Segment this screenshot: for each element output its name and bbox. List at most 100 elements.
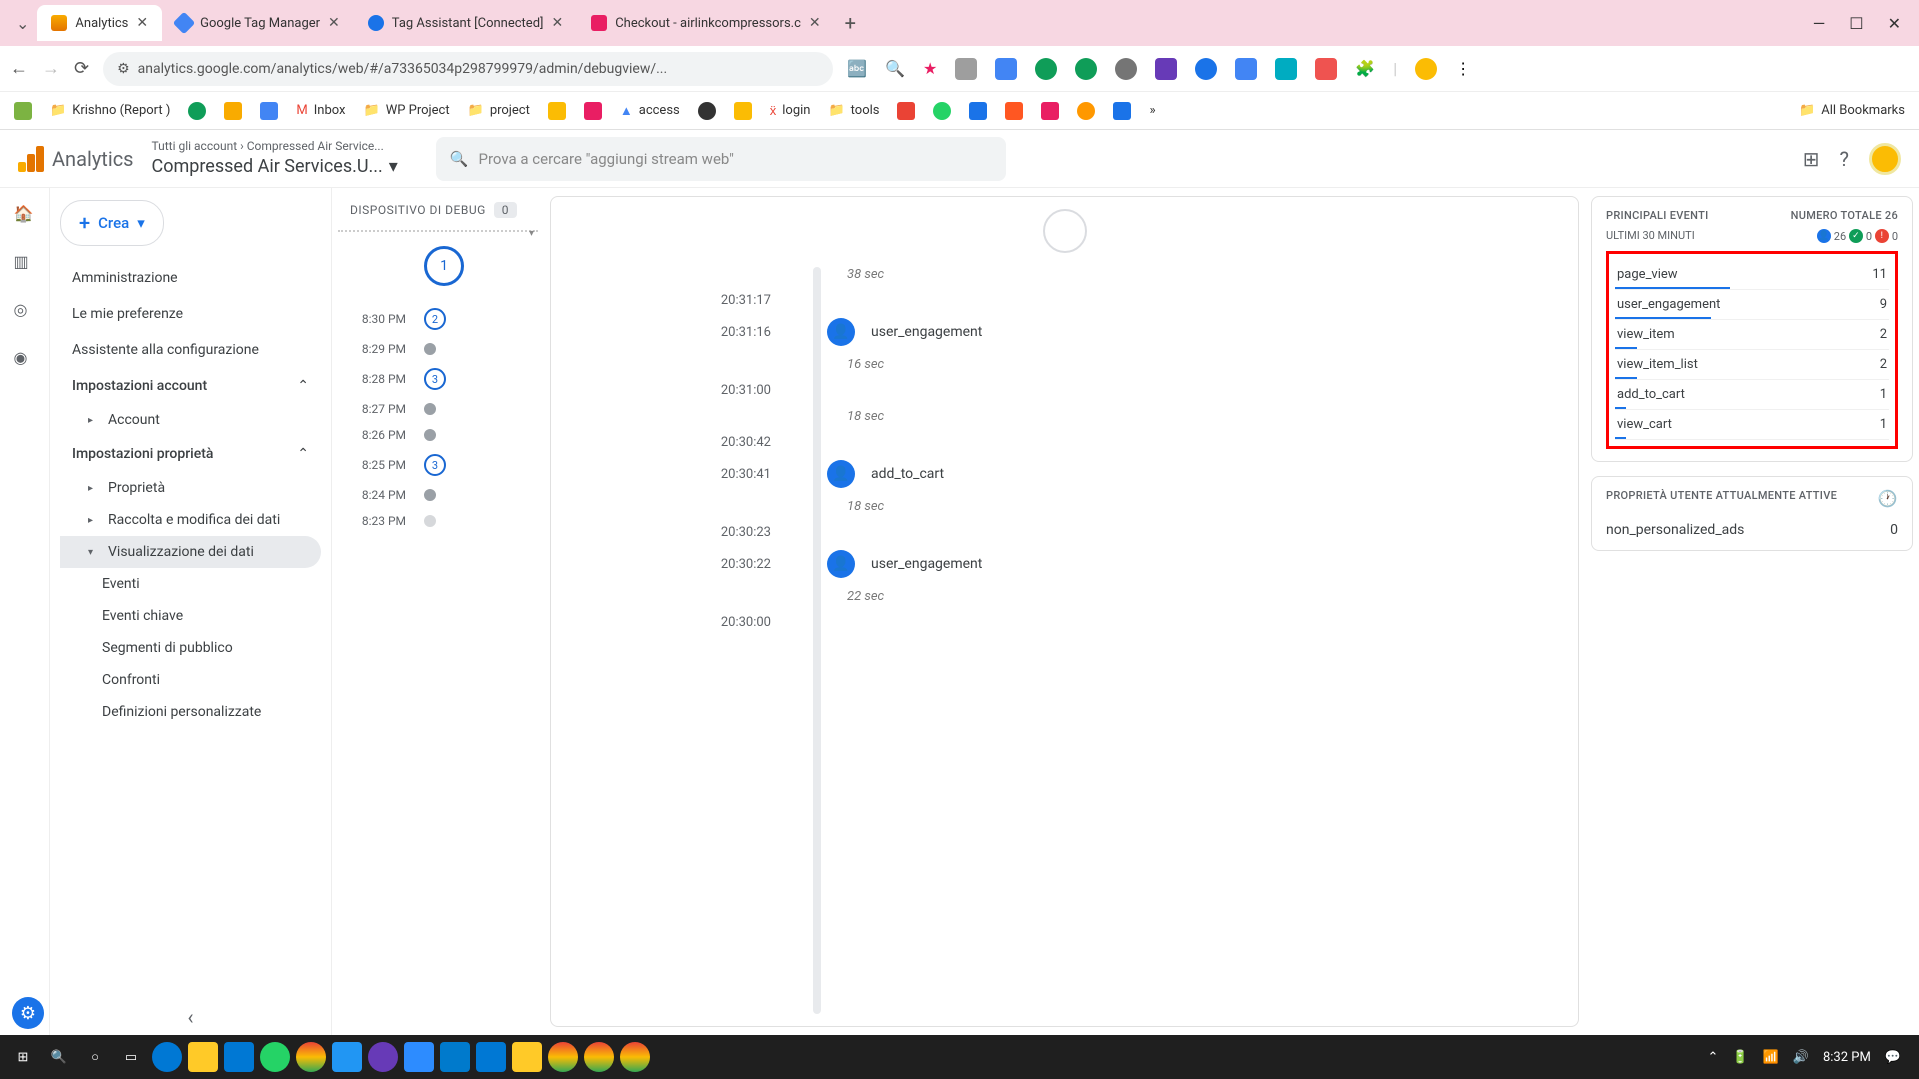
bookmark-folder[interactable]: 📁 Krishno (Report ) <box>50 103 170 118</box>
vscode-icon[interactable] <box>440 1042 470 1072</box>
mail-icon[interactable] <box>476 1042 506 1072</box>
event-row[interactable]: 20:30:41👤add_to_cart <box>571 455 1558 493</box>
app-icon[interactable] <box>368 1042 398 1072</box>
bookmark-folder[interactable]: 📁 tools <box>828 103 879 118</box>
all-bookmarks[interactable]: 📁 All Bookmarks <box>1799 103 1905 118</box>
minute-row[interactable]: 8:27 PM <box>338 396 538 422</box>
cortana-icon[interactable]: ○ <box>80 1042 110 1072</box>
back-icon[interactable]: ← <box>10 58 28 79</box>
bookmark-icon[interactable] <box>224 102 242 120</box>
ext-icon[interactable] <box>1195 58 1217 80</box>
create-button[interactable]: + Crea ▾ <box>60 200 164 246</box>
minute-row[interactable]: 8:30 PM2 <box>338 302 538 336</box>
chrome-icon[interactable] <box>548 1042 578 1072</box>
bookmark-icon[interactable] <box>548 102 566 120</box>
calendar-icon[interactable] <box>224 1042 254 1072</box>
ext-icon[interactable] <box>1235 58 1257 80</box>
explore-icon[interactable]: ◎ <box>14 300 36 322</box>
avatar[interactable] <box>1869 143 1901 175</box>
sidebar-compare[interactable]: Confronti <box>60 664 321 696</box>
chrome-icon[interactable] <box>296 1042 326 1072</box>
minute-row[interactable]: 8:29 PM <box>338 336 538 362</box>
sidebar-account[interactable]: ▸Account <box>60 404 321 436</box>
advertising-icon[interactable]: ◉ <box>14 348 36 370</box>
help-icon[interactable]: ? <box>1840 147 1849 171</box>
tray-chevron-icon[interactable]: ⌃ <box>1708 1050 1719 1065</box>
minute-row[interactable]: 8:23 PM <box>338 508 538 534</box>
bookmark-icon[interactable] <box>260 102 278 120</box>
ext-icon[interactable] <box>1035 58 1057 80</box>
volume-icon[interactable]: 🔊 <box>1793 1050 1809 1065</box>
top-event-row[interactable]: user_engagement9 <box>1615 290 1889 320</box>
chrome-icon[interactable] <box>620 1042 650 1072</box>
sidebar-property[interactable]: ▸Proprietà <box>60 472 321 504</box>
bookmark-icon[interactable] <box>1005 102 1023 120</box>
sidebar-collect[interactable]: ▸Raccolta e modifica dei dati <box>60 504 321 536</box>
bookmark-icon[interactable] <box>1041 102 1059 120</box>
close-icon[interactable]: ✕ <box>809 15 821 31</box>
zoom-icon[interactable]: 🔍 <box>885 59 905 78</box>
ext-icon[interactable] <box>955 58 977 80</box>
profile-icon[interactable] <box>1415 58 1437 80</box>
close-icon[interactable]: ✕ <box>328 15 340 31</box>
sidebar-custom-def[interactable]: Definizioni personalizzate <box>60 696 321 728</box>
address-bar[interactable]: ⚙ analytics.google.com/analytics/web/#/a… <box>103 52 833 86</box>
explorer-icon[interactable] <box>188 1042 218 1072</box>
reports-icon[interactable]: ▥ <box>14 252 36 274</box>
ext-icon[interactable] <box>995 58 1017 80</box>
bookmark-folder[interactable]: 📁 WP Project <box>364 103 450 118</box>
user-prop-row[interactable]: non_personalized_ads 0 <box>1606 514 1898 538</box>
top-event-row[interactable]: view_item_list2 <box>1615 350 1889 380</box>
search-icon[interactable]: 🔍 <box>44 1042 74 1072</box>
top-event-row[interactable]: add_to_cart1 <box>1615 380 1889 410</box>
reload-icon[interactable]: ⟳ <box>74 58 89 79</box>
bookmark-icon[interactable] <box>14 102 32 120</box>
sidebar-viz[interactable]: ▾Visualizzazione dei dati <box>60 536 321 568</box>
bookmark-icon[interactable] <box>734 102 752 120</box>
new-tab-button[interactable]: + <box>835 11 866 35</box>
sidebar-prefs[interactable]: Le mie preferenze <box>60 296 321 332</box>
star-icon[interactable]: ★ <box>923 59 937 78</box>
site-info-icon[interactable]: ⚙ <box>117 61 130 77</box>
sidebar-admin[interactable]: Amministrazione <box>60 260 321 296</box>
close-icon[interactable]: ✕ <box>551 15 563 31</box>
maximize-icon[interactable]: ☐ <box>1849 14 1863 33</box>
whatsapp-icon[interactable] <box>260 1042 290 1072</box>
top-event-row[interactable]: view_cart1 <box>1615 410 1889 440</box>
bookmark-icon[interactable] <box>584 102 602 120</box>
wifi-icon[interactable]: 📶 <box>1763 1050 1779 1065</box>
bookmark-icon[interactable] <box>698 102 716 120</box>
tab-gtm[interactable]: Google Tag Manager ✕ <box>162 5 354 41</box>
bookmark-folder[interactable]: 📁 project <box>468 103 530 118</box>
home-icon[interactable]: 🏠 <box>14 204 36 226</box>
sidebar-key-events[interactable]: Eventi chiave <box>60 600 321 632</box>
sidebar-assistant[interactable]: Assistente alla configurazione <box>60 332 321 368</box>
forward-icon[interactable]: → <box>42 58 60 79</box>
bookmark-icon[interactable] <box>1077 102 1095 120</box>
task-view-icon[interactable]: ▭ <box>116 1042 146 1072</box>
bookmark-overflow[interactable]: » <box>1149 103 1155 118</box>
search-input[interactable]: 🔍 Prova a cercare "aggiungi stream web" <box>436 137 1006 181</box>
ext-icon[interactable] <box>1075 58 1097 80</box>
app-icon[interactable] <box>512 1042 542 1072</box>
bookmark-item[interactable]: ▲ access <box>620 103 680 119</box>
minute-row[interactable]: 8:25 PM3 <box>338 448 538 482</box>
sidebar-property-settings[interactable]: Impostazioni proprietà⌃ <box>60 436 321 472</box>
minimize-icon[interactable]: — <box>1813 14 1826 33</box>
bookmark-icon[interactable] <box>969 102 987 120</box>
settings-fab-icon[interactable]: ⚙ <box>12 997 44 1029</box>
debug-device-count[interactable]: 0 <box>494 202 517 218</box>
bookmark-item[interactable]: M Inbox <box>296 103 345 118</box>
bookmark-item[interactable]: ẍ login <box>770 103 811 119</box>
top-event-row[interactable]: page_view11 <box>1615 260 1889 290</box>
tab-checkout[interactable]: Checkout - airlinkcompressors.c ✕ <box>577 5 834 41</box>
close-window-icon[interactable]: ✕ <box>1888 14 1901 33</box>
taskbar-clock[interactable]: 8:32 PM <box>1823 1050 1871 1065</box>
collapse-sidebar-icon[interactable]: ‹ <box>187 1005 193 1029</box>
tab-analytics[interactable]: Analytics ✕ <box>37 5 162 41</box>
apps-grid-icon[interactable]: ⊞ <box>1803 147 1820 171</box>
minute-row[interactable]: 8:26 PM <box>338 422 538 448</box>
minute-row[interactable]: 8:28 PM3 <box>338 362 538 396</box>
ext-icon[interactable] <box>1275 58 1297 80</box>
close-icon[interactable]: ✕ <box>136 15 148 31</box>
